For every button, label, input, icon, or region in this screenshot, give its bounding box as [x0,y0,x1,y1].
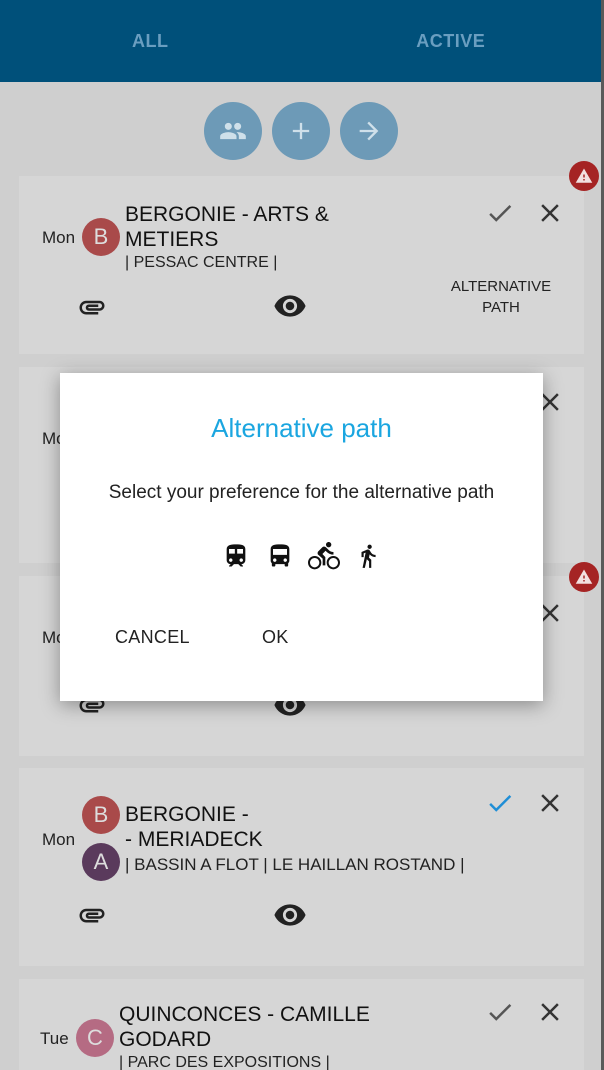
alternative-path-dialog: Alternative path Select your preference … [60,373,543,701]
warning-badge [569,562,599,592]
train-icon [226,544,245,567]
stop-badge: C [76,1019,114,1057]
trip-title-line2: METIERS [125,228,219,251]
plus-icon [292,122,309,140]
top-tab-bar: ALL ACTIVE [0,0,601,82]
attachment-icon[interactable] [77,292,107,322]
stop-badge: B [82,796,120,834]
close-icon[interactable] [535,198,565,228]
mode-walk[interactable] [352,539,384,573]
tab-active[interactable]: ACTIVE [301,0,602,82]
trip-title-line1: QUINCONCES - CAMILLE [119,1003,370,1026]
action-buttons [0,102,601,160]
walk-icon [361,544,376,568]
eye-icon[interactable] [273,898,307,932]
check-icon[interactable] [485,788,515,818]
next-button[interactable] [339,102,398,160]
trip-card[interactable]: Tue C QUINCONCES - CAMILLE GODARD | PARC… [19,979,584,1070]
trip-stops: | PESSAC CENTRE | [125,254,278,271]
group-icon [219,122,246,140]
trip-title-line1: BERGONIE - [125,803,249,826]
group-button[interactable] [203,102,262,160]
trip-title-line2: - MERIADECK [125,828,263,851]
check-icon[interactable] [485,997,515,1027]
trip-card[interactable]: Mon B A BERGONIE - - MERIADECK | BASSIN … [19,768,584,966]
bus-icon [270,544,289,567]
trip-day: Mon [42,228,76,247]
check-icon[interactable] [485,198,515,228]
cancel-button[interactable]: CANCEL [115,627,190,648]
dialog-message: Select your preference for the alternati… [108,482,495,503]
trip-title-line1: BERGONIE - ARTS & [125,203,329,226]
mode-bike[interactable] [307,539,340,573]
stop-badge: B [82,218,120,256]
bike-icon [307,542,340,570]
ok-button[interactable]: OK [262,627,289,648]
close-icon[interactable] [535,997,565,1027]
trip-day: Mon [42,830,76,849]
warning-icon [575,168,593,183]
tab-all-label: ALL [132,30,169,51]
dialog-title: Alternative path [211,413,392,443]
attachment-icon[interactable] [77,900,107,930]
warning-badge [569,161,599,191]
warning-icon [575,569,593,584]
trip-day: Tue [40,1029,69,1048]
stop-badge: A [82,843,120,881]
eye-icon[interactable] [273,289,307,323]
alternative-path-link[interactable]: ALTERNATIVE PATH [441,276,561,318]
close-icon[interactable] [535,788,565,818]
tab-all[interactable]: ALL [0,0,301,82]
transport-mode-options [60,539,543,573]
trip-stops: | PARC DES EXPOSITIONS | [119,1054,330,1070]
tab-active-label: ACTIVE [416,30,486,51]
trip-title-line2: GODARD [119,1028,212,1051]
add-button[interactable] [271,102,330,160]
trip-card[interactable]: Mon B BERGONIE - ARTS & METIERS | PESSAC… [19,176,584,354]
trip-stops: | BASSIN A FLOT | LE HAILLAN ROSTAND | [125,855,465,874]
arrow-right-icon [359,121,378,141]
mode-train[interactable] [220,539,252,573]
mode-bus[interactable] [264,539,296,573]
